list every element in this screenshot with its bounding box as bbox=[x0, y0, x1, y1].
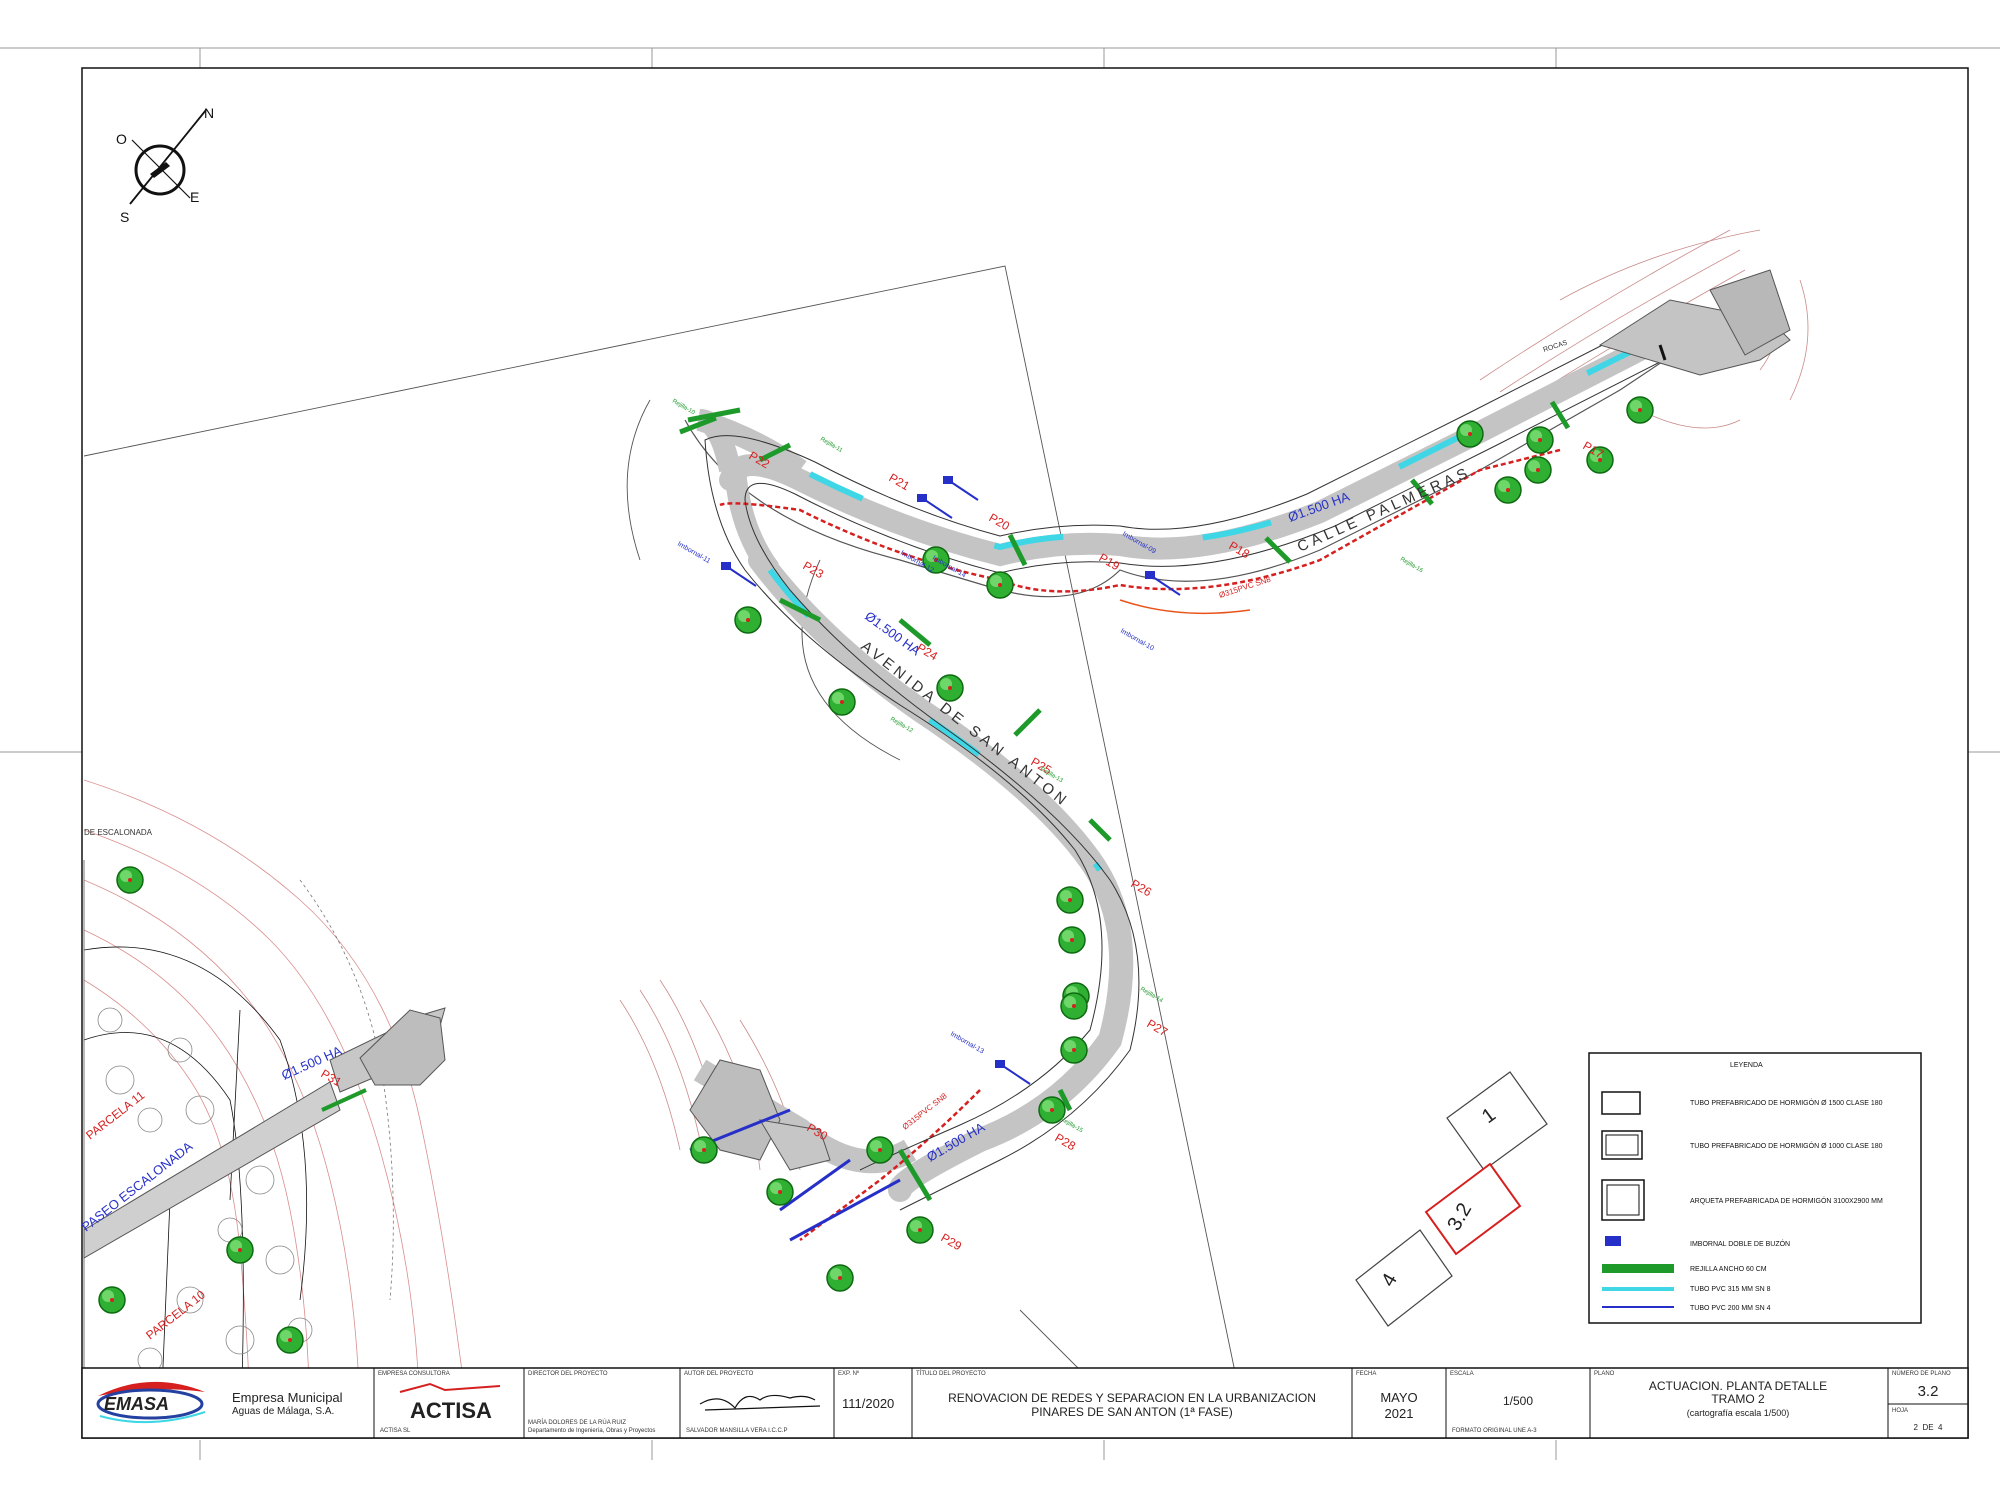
project-title-1: RENOVACION DE REDES Y SEPARACION EN LA U… bbox=[948, 1391, 1316, 1405]
svg-text:Departamento de Ingeniería, Ob: Departamento de Ingeniería, Obras y Proy… bbox=[528, 1428, 655, 1434]
svg-text:SALVADOR MANSILLA VERA I.C.C.P: SALVADOR MANSILLA VERA I.C.C.P bbox=[686, 1428, 787, 1434]
svg-text:EMASA: EMASA bbox=[104, 1394, 169, 1414]
company-sub: Aguas de Málaga, S.A. bbox=[232, 1406, 334, 1417]
svg-text:ACTISA: ACTISA bbox=[410, 1398, 492, 1423]
svg-text:TÍTULO DEL PROYECTO: TÍTULO DEL PROYECTO bbox=[916, 1370, 986, 1377]
compass-s: S bbox=[120, 209, 129, 225]
svg-text:TUBO PREFABRICADO DE HORMIGÓN: TUBO PREFABRICADO DE HORMIGÓN Ø 1000 CLA… bbox=[1690, 1141, 1883, 1150]
svg-text:NÚMERO DE PLANO: NÚMERO DE PLANO bbox=[1892, 1370, 1951, 1377]
svg-text:FORMATO ORIGINAL UNE A-3: FORMATO ORIGINAL UNE A-3 bbox=[1452, 1428, 1537, 1434]
tree-icon bbox=[98, 1286, 126, 1314]
title-block: EMASA Empresa Municipal Aguas de Málaga,… bbox=[81, 1367, 1969, 1439]
tree-icon bbox=[226, 1236, 254, 1264]
tree-icon bbox=[1626, 396, 1654, 424]
tree-icon bbox=[766, 1178, 794, 1206]
tree-icon bbox=[1456, 420, 1484, 448]
svg-text:MARÍA DOLORES DE LA RÚA RUIZ: MARÍA DOLORES DE LA RÚA RUIZ bbox=[528, 1419, 626, 1426]
tree-icon bbox=[1060, 1036, 1088, 1064]
plan-title-1: ACTUACION. PLANTA DETALLE bbox=[1649, 1379, 1827, 1393]
tree-icon bbox=[690, 1136, 718, 1164]
legend-title: LEYENDA bbox=[1730, 1062, 1763, 1069]
compass-n: N bbox=[204, 105, 214, 121]
svg-text:TUBO PREFABRICADO DE HORMIGÓN: TUBO PREFABRICADO DE HORMIGÓN Ø 1500 CLA… bbox=[1690, 1098, 1883, 1107]
tree-icon bbox=[1056, 886, 1084, 914]
compass-o: O bbox=[116, 131, 127, 147]
svg-text:IMBORNAL DOBLE DE BUZÓN: IMBORNAL DOBLE DE BUZÓN bbox=[1690, 1239, 1790, 1248]
legend: LEYENDA TUBO PREFABRICADO DE HORMIGÓN Ø … bbox=[1588, 1052, 1922, 1324]
tree-icon bbox=[116, 866, 144, 894]
tree-icon bbox=[1058, 926, 1086, 954]
drawing-sheet: N O E S Ø1.500 HA PASEO ESCALONADA DE ES… bbox=[0, 0, 2000, 1500]
company-name: Empresa Municipal bbox=[232, 1390, 343, 1405]
tree-icon bbox=[1526, 426, 1554, 454]
tree-icon bbox=[866, 1136, 894, 1164]
plan-title-3: (cartografía escala 1/500) bbox=[1687, 1408, 1790, 1418]
tree-icon bbox=[276, 1326, 304, 1354]
tree-icon bbox=[734, 606, 762, 634]
sheet-number: 2 DE 4 bbox=[1914, 1423, 1943, 1432]
tree-icon bbox=[1060, 992, 1088, 1020]
svg-text:REJILLA ANCHO 60 CM: REJILLA ANCHO 60 CM bbox=[1690, 1266, 1767, 1273]
svg-text:ARQUETA PREFABRICADA DE HORMIG: ARQUETA PREFABRICADA DE HORMIGÓN 3100X29… bbox=[1690, 1196, 1883, 1205]
plan-number: 3.2 bbox=[1918, 1383, 1939, 1400]
svg-text:EXP. Nº: EXP. Nº bbox=[838, 1370, 860, 1377]
svg-text:EMPRESA CONSULTORA: EMPRESA CONSULTORA bbox=[378, 1371, 450, 1377]
tree-icon bbox=[826, 1264, 854, 1292]
tree-icon bbox=[986, 571, 1014, 599]
scale-value: 1/500 bbox=[1503, 1394, 1533, 1408]
svg-text:ESCALA: ESCALA bbox=[1450, 1371, 1474, 1377]
svg-text:AUTOR DEL PROYECTO: AUTOR DEL PROYECTO bbox=[684, 1371, 754, 1377]
tree-icon bbox=[828, 688, 856, 716]
date-year: 2021 bbox=[1385, 1406, 1414, 1421]
tree-icon bbox=[1524, 456, 1552, 484]
svg-text:TUBO PVC 315 MM SN 8: TUBO PVC 315 MM SN 8 bbox=[1690, 1286, 1771, 1293]
project-title-2: PINARES DE SAN ANTON (1ª FASE) bbox=[1031, 1405, 1233, 1419]
svg-text:ACTISA SL: ACTISA SL bbox=[380, 1428, 411, 1434]
svg-text:HOJA: HOJA bbox=[1892, 1408, 1908, 1414]
date-month: MAYO bbox=[1380, 1390, 1417, 1405]
svg-text:FECHA: FECHA bbox=[1356, 1371, 1376, 1377]
street-label-escalonada-top: DE ESCALONADA bbox=[84, 828, 153, 837]
plan-title-2: TRAMO 2 bbox=[1711, 1392, 1765, 1406]
svg-text:TUBO PVC 200 MM SN 4: TUBO PVC 200 MM SN 4 bbox=[1690, 1305, 1771, 1312]
exp-number: 111/2020 bbox=[842, 1396, 894, 1411]
svg-text:DIRECTOR DEL PROYECTO: DIRECTOR DEL PROYECTO bbox=[528, 1371, 608, 1377]
compass-e: E bbox=[190, 189, 199, 205]
svg-text:PLANO: PLANO bbox=[1594, 1371, 1615, 1377]
tree-icon bbox=[1494, 476, 1522, 504]
tree-icon bbox=[906, 1216, 934, 1244]
